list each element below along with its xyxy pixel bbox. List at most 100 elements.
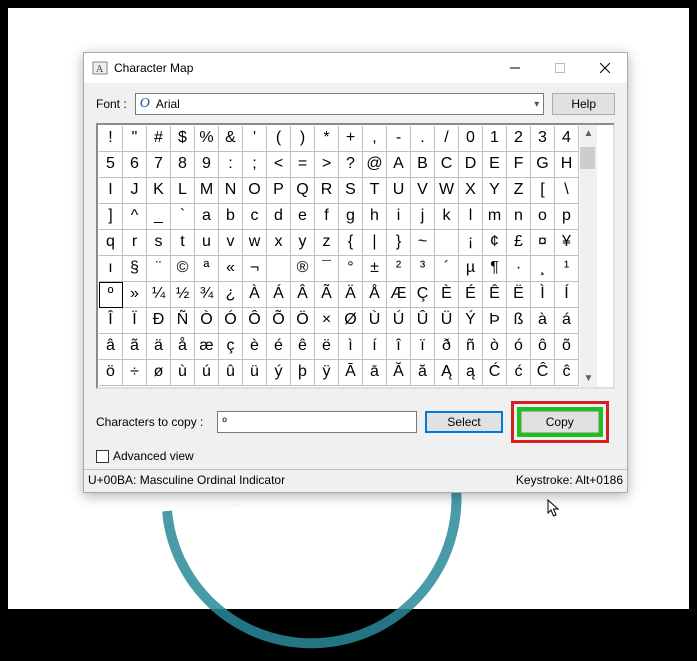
advanced-view-checkbox[interactable]	[96, 450, 109, 463]
char-cell[interactable]: )	[291, 126, 315, 152]
char-cell[interactable]: Á	[267, 282, 291, 308]
char-cell[interactable]: y	[291, 230, 315, 256]
char-cell[interactable]: '	[243, 126, 267, 152]
char-cell[interactable]: ­	[267, 256, 291, 282]
char-cell[interactable]: Đ	[147, 308, 171, 334]
char-cell[interactable]: d	[267, 204, 291, 230]
char-cell[interactable]: t	[171, 230, 195, 256]
char-cell[interactable]: Ā	[339, 360, 363, 386]
char-cell[interactable]: A	[387, 152, 411, 178]
char-cell[interactable]: ĉ	[555, 360, 579, 386]
char-cell[interactable]: Ë	[507, 282, 531, 308]
scroll-down-icon[interactable]: ▼	[584, 373, 594, 384]
char-cell[interactable]: Ú	[387, 308, 411, 334]
char-cell[interactable]: Ü	[435, 308, 459, 334]
char-cell[interactable]: j	[411, 204, 435, 230]
char-cell[interactable]: â	[99, 334, 123, 360]
scroll-up-icon[interactable]: ▲	[584, 128, 594, 139]
char-cell[interactable]: B	[411, 152, 435, 178]
char-cell[interactable]: ;	[243, 152, 267, 178]
char-cell[interactable]: #	[147, 126, 171, 152]
char-cell[interactable]: Ó	[219, 308, 243, 334]
char-cell[interactable]: u	[195, 230, 219, 256]
char-cell[interactable]: ©	[171, 256, 195, 282]
char-cell[interactable]: Ñ	[171, 308, 195, 334]
char-cell[interactable]: r	[123, 230, 147, 256]
char-cell[interactable]: Y	[483, 178, 507, 204]
char-cell[interactable]: 1	[483, 126, 507, 152]
char-cell[interactable]: .	[411, 126, 435, 152]
char-cell[interactable]: õ	[555, 334, 579, 360]
char-cell[interactable]: °	[339, 256, 363, 282]
select-button[interactable]: Select	[425, 411, 502, 433]
char-cell[interactable]: Z	[507, 178, 531, 204]
char-cell[interactable]: z	[315, 230, 339, 256]
char-cell[interactable]: ¼	[147, 282, 171, 308]
char-cell[interactable]: P	[267, 178, 291, 204]
char-cell[interactable]: O	[243, 178, 267, 204]
char-cell[interactable]: b	[219, 204, 243, 230]
char-cell[interactable]: U	[387, 178, 411, 204]
char-cell[interactable]: Ã	[315, 282, 339, 308]
char-cell[interactable]: +	[339, 126, 363, 152]
copy-button[interactable]: Copy	[521, 411, 599, 433]
char-cell[interactable]: £	[507, 230, 531, 256]
char-cell[interactable]: ò	[483, 334, 507, 360]
char-cell[interactable]: ¸	[531, 256, 555, 282]
char-cell[interactable]: h	[363, 204, 387, 230]
char-cell[interactable]: è	[243, 334, 267, 360]
char-cell[interactable]: ı	[99, 256, 123, 282]
char-cell[interactable]: ú	[195, 360, 219, 386]
char-cell[interactable]: Û	[411, 308, 435, 334]
char-cell[interactable]: 2	[507, 126, 531, 152]
char-cell[interactable]: Þ	[483, 308, 507, 334]
char-cell[interactable]: û	[219, 360, 243, 386]
char-cell[interactable]: ]	[99, 204, 123, 230]
char-cell[interactable]: }	[387, 230, 411, 256]
char-cell[interactable]: E	[483, 152, 507, 178]
char-cell[interactable]: ¯	[315, 256, 339, 282]
char-cell[interactable]: T	[363, 178, 387, 204]
char-cell[interactable]: *	[315, 126, 339, 152]
char-cell[interactable]: C	[435, 152, 459, 178]
char-cell[interactable]: é	[267, 334, 291, 360]
char-cell[interactable]: ă	[411, 360, 435, 386]
char-cell[interactable]: L	[171, 178, 195, 204]
char-cell[interactable]: ²	[387, 256, 411, 282]
char-cell[interactable]: I	[99, 178, 123, 204]
char-cell[interactable]: ×	[315, 308, 339, 334]
char-cell[interactable]: ª	[195, 256, 219, 282]
titlebar[interactable]: A Character Map	[84, 53, 627, 83]
char-cell[interactable]: J	[123, 178, 147, 204]
char-cell[interactable]: [	[531, 178, 555, 204]
char-cell[interactable]: þ	[291, 360, 315, 386]
char-cell[interactable]: ¤	[531, 230, 555, 256]
char-cell[interactable]: ñ	[459, 334, 483, 360]
char-cell[interactable]: Ù	[363, 308, 387, 334]
char-cell[interactable]: \	[555, 178, 579, 204]
scroll-thumb[interactable]	[580, 147, 595, 169]
minimize-button[interactable]	[492, 53, 537, 83]
char-cell[interactable]: G	[531, 152, 555, 178]
char-cell[interactable]: ó	[507, 334, 531, 360]
char-cell[interactable]: ê	[291, 334, 315, 360]
char-cell[interactable]: Ê	[483, 282, 507, 308]
char-cell[interactable]: Æ	[387, 282, 411, 308]
char-cell[interactable]: 9	[195, 152, 219, 178]
char-cell[interactable]: Ø	[339, 308, 363, 334]
char-cell[interactable]: ³	[411, 256, 435, 282]
char-cell[interactable]: 6	[123, 152, 147, 178]
char-cell[interactable]: {	[339, 230, 363, 256]
char-cell[interactable]: w	[243, 230, 267, 256]
char-cell[interactable]: Ö	[291, 308, 315, 334]
close-button[interactable]	[582, 53, 627, 83]
char-cell[interactable]: »	[123, 282, 147, 308]
char-cell[interactable]: Q	[291, 178, 315, 204]
char-cell[interactable]: ï	[411, 334, 435, 360]
char-cell[interactable]: >	[315, 152, 339, 178]
character-grid[interactable]: !"#$%&'()*+,-./0123456789:;<=>?@ABCDEFGH…	[99, 126, 579, 386]
font-dropdown[interactable]: O Arial ▾	[135, 93, 545, 115]
char-cell[interactable]: Ĉ	[531, 360, 555, 386]
char-cell[interactable]: D	[459, 152, 483, 178]
char-cell[interactable]: ¡	[459, 230, 483, 256]
